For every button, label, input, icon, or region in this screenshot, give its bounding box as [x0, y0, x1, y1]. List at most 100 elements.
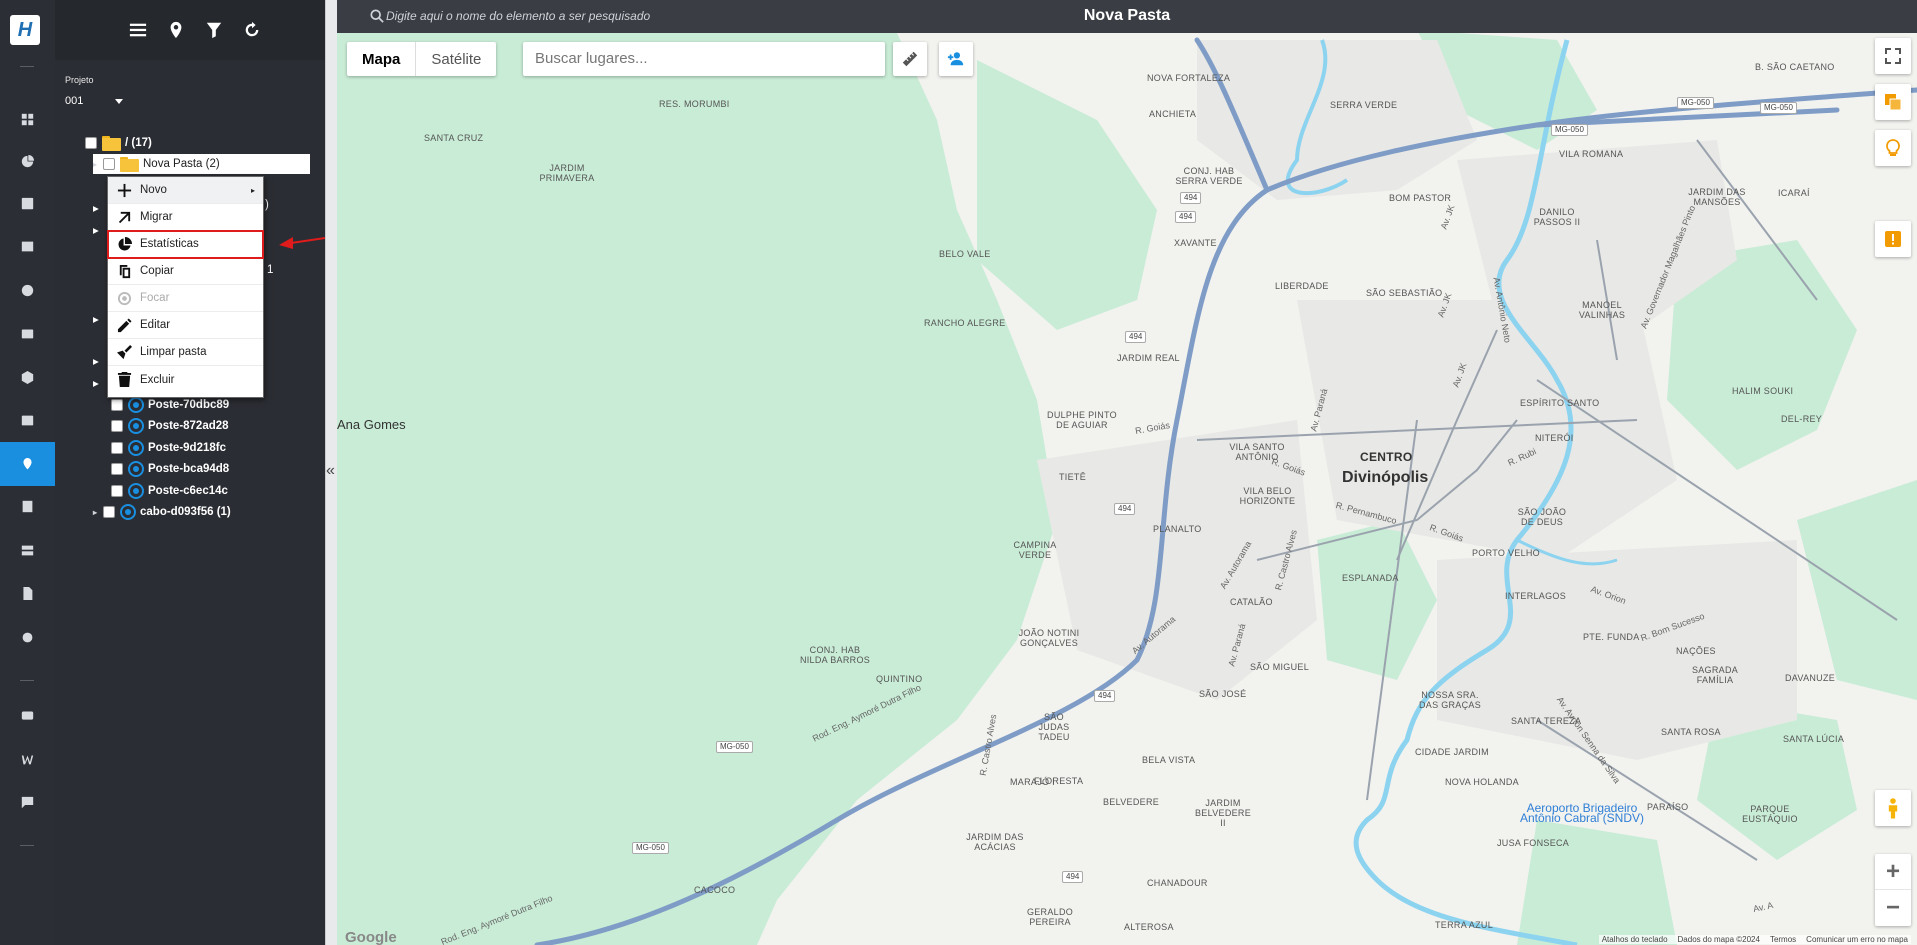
project-select[interactable]: 001 [65, 93, 123, 109]
project-value: 001 [65, 95, 84, 107]
expand-icon[interactable]: ▸ [93, 373, 99, 393]
zoom-out-button[interactable]: − [1875, 890, 1911, 926]
checkbox[interactable] [103, 158, 115, 170]
tree-item-cable[interactable]: ▸ cabo-d093f56 (1) [93, 502, 231, 522]
menu-item-excluir[interactable]: Excluir [108, 366, 263, 393]
tree-item[interactable]: Poste-872ad28 [111, 416, 229, 436]
location-icon[interactable] [166, 20, 186, 40]
map-view[interactable]: Divinópolis CENTRO Ana Gomes Aeroporto B… [337, 0, 1917, 945]
tree-item[interactable]: Poste-9d218fc [111, 438, 226, 458]
checkbox[interactable] [111, 463, 123, 475]
checkbox[interactable] [103, 506, 115, 518]
tree-root[interactable]: / (17) [85, 133, 152, 153]
person-card-icon[interactable] [0, 183, 55, 223]
city-label: Divinópolis [1342, 469, 1429, 486]
app-logo[interactable]: H [10, 15, 40, 45]
clock-icon[interactable] [0, 270, 55, 310]
map-label: VILA ROMANA [1559, 149, 1624, 159]
checkbox[interactable] [111, 420, 123, 432]
map-label: PARAÍSO [1647, 802, 1689, 812]
report-error-link[interactable]: Comunicar um erro no mapa [1806, 935, 1908, 944]
expand-icon[interactable]: ▸ [93, 351, 99, 371]
tree-folder-nova-pasta[interactable]: ▸ Nova Pasta (2) [93, 154, 310, 174]
map-label: CHANADOUR [1147, 878, 1208, 888]
add-user-button[interactable] [939, 42, 973, 76]
map-label: SANTA CRUZ [424, 133, 484, 143]
alert-button[interactable] [1875, 221, 1911, 257]
checkbox[interactable] [111, 442, 123, 454]
menu-item-editar[interactable]: Editar [108, 312, 263, 339]
tree-item-label: Poste-70dbc89 [148, 399, 230, 411]
tree-item[interactable]: Poste-c6ec14c [111, 481, 228, 501]
expand-icon[interactable]: ▸ [93, 309, 99, 329]
tree-item[interactable]: Poste-bca94d8 [111, 459, 229, 479]
tree-folder-label: Nova Pasta (2) [143, 158, 220, 170]
layers-button[interactable] [1875, 84, 1911, 120]
map-label: NOSSA SRA. DAS GRAÇAS [1418, 690, 1481, 710]
checkbox[interactable] [85, 137, 97, 149]
menu-item-estatisticas[interactable]: Estatísticas [107, 230, 264, 259]
expand-icon[interactable]: ▸ [93, 160, 103, 169]
account-icon[interactable] [0, 400, 55, 440]
rail-divider [20, 845, 34, 846]
expand-icon[interactable]: ▸ [93, 220, 99, 240]
map-type-map-button[interactable]: Mapa [347, 42, 417, 76]
settings-icon[interactable] [0, 617, 55, 657]
filter-icon[interactable] [204, 20, 224, 40]
map-label: Ana Gomes [337, 417, 406, 432]
ruler-button[interactable] [893, 42, 927, 76]
zoom-in-button[interactable]: + [1875, 854, 1911, 890]
tree-item[interactable]: Poste-70dbc89 [111, 395, 229, 415]
menu-item-copiar[interactable]: Copiar [108, 258, 263, 285]
map-label: ESPÍRITO SANTO [1520, 398, 1600, 408]
checkbox[interactable] [111, 485, 123, 497]
refresh-icon[interactable] [242, 20, 262, 40]
menu-item-label: Migrar [140, 211, 173, 223]
map-label: JOÃO NOTINI GONÇALVES [1018, 628, 1080, 648]
message-icon[interactable] [0, 782, 55, 822]
map-type-control: Mapa Satélite [347, 42, 497, 76]
dashboard-icon[interactable] [0, 99, 55, 139]
map-type-satellite-button[interactable]: Satélite [416, 42, 496, 76]
video-icon[interactable] [0, 695, 55, 735]
map-label: MANOEL VALINHAS [1578, 300, 1626, 320]
menu-item-label: Copiar [140, 265, 174, 277]
submenu-arrow-icon: ▸ [250, 185, 255, 195]
panel-collapse-handle[interactable]: « [325, 0, 337, 945]
map-label: INTERLAGOS [1505, 591, 1567, 601]
chart-icon[interactable] [0, 141, 55, 181]
tree-item-label: cabo-d093f56 (1) [140, 506, 231, 518]
map-label: LIBERDADE [1275, 281, 1329, 291]
menu-item-limpar-pasta[interactable]: Limpar pasta [108, 339, 263, 366]
id-card-icon[interactable] [0, 313, 55, 353]
menu-icon[interactable] [128, 20, 148, 40]
server-icon[interactable] [0, 530, 55, 570]
map-label: BELA VISTA [1142, 755, 1196, 765]
checkbox[interactable] [111, 399, 123, 411]
document-icon[interactable] [0, 573, 55, 613]
map-label: BELVEDERE [1103, 797, 1160, 807]
keyboard-shortcuts-link[interactable]: Atalhos do teclado [1602, 935, 1668, 944]
book-icon[interactable] [0, 226, 55, 266]
alert-icon [1885, 231, 1901, 247]
expand-icon[interactable]: ▸ [93, 198, 99, 218]
menu-item-migrar[interactable]: Migrar [108, 204, 263, 231]
expand-icon[interactable]: ▸ [93, 508, 103, 517]
tree-item-label: Poste-bca94d8 [148, 463, 230, 475]
rail-divider [20, 680, 34, 681]
map-label: PORTO VELHO [1472, 548, 1540, 558]
menu-item-novo[interactable]: Novo ▸ [108, 177, 263, 204]
list-icon[interactable] [0, 486, 55, 526]
fullscreen-button[interactable] [1875, 38, 1911, 74]
map-label: GERALDO PEREIRA [1026, 907, 1074, 927]
arrow-up-right-icon [108, 210, 140, 225]
fullscreen-icon [1885, 48, 1901, 64]
map-pin-icon[interactable] [0, 442, 55, 486]
street-view-pegman[interactable] [1875, 790, 1911, 826]
places-search-input[interactable]: Buscar lugares... [523, 42, 885, 76]
terms-link[interactable]: Termos [1770, 935, 1796, 944]
map-label: Aeroporto Brigadeiro Antônio Cabral (SND… [1519, 801, 1645, 825]
cube-icon[interactable] [0, 357, 55, 397]
w-brand-icon[interactable] [0, 739, 55, 779]
lightbulb-button[interactable] [1875, 130, 1911, 166]
